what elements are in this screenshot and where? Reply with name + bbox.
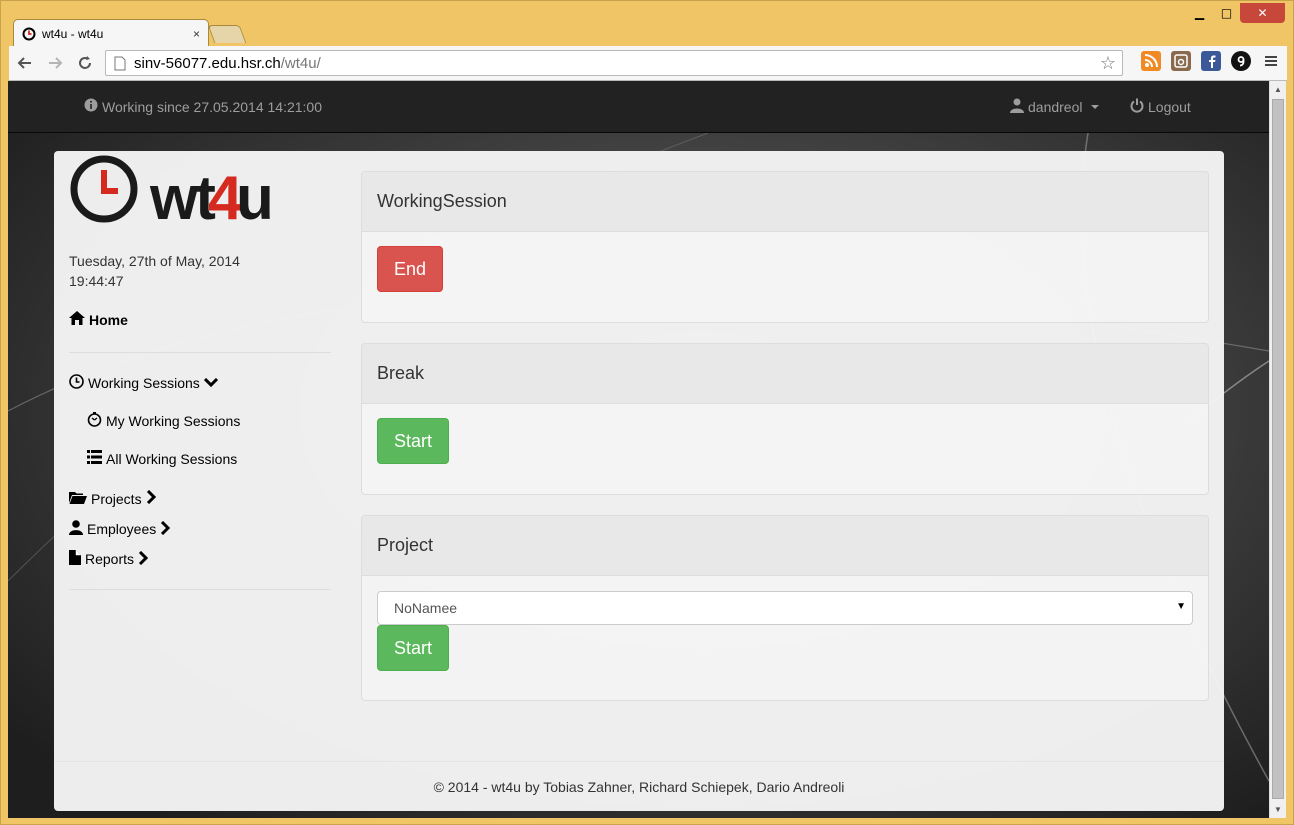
scroll-thumb[interactable] — [1272, 99, 1284, 799]
sidebar-item-label: Working Sessions — [88, 375, 200, 391]
page-icon — [114, 56, 126, 71]
start-project-button[interactable]: Start — [377, 625, 450, 671]
reload-icon[interactable] — [71, 49, 99, 77]
sidebar-item-reports[interactable]: Reports — [69, 550, 149, 568]
stopwatch-icon — [87, 412, 102, 430]
new-tab-button[interactable] — [207, 25, 247, 43]
tab-close-icon[interactable]: × — [193, 27, 200, 41]
sidebar-item-home[interactable]: Home — [69, 311, 128, 328]
chevron-right-icon — [146, 489, 156, 507]
vertical-scrollbar[interactable]: ▲ ▼ — [1269, 81, 1286, 818]
working-since-status: Working since 27.05.2014 14:21:00 — [84, 98, 322, 115]
user-icon — [1010, 98, 1024, 116]
footer-text: © 2014 - wt4u by Tobias Zahner, Richard … — [433, 778, 845, 795]
sidebar-item-working-sessions[interactable]: Working Sessions — [69, 374, 218, 392]
panel-body: Start — [362, 404, 1208, 478]
current-date: Tuesday, 27th of May, 2014 — [69, 253, 240, 269]
project-select-value: NoNamee — [394, 600, 458, 616]
scroll-up-icon[interactable]: ▲ — [1270, 81, 1286, 98]
sidebar-item-label: All Working Sessions — [106, 450, 238, 467]
bookmark-star-icon[interactable]: ☆ — [1100, 53, 1116, 74]
svg-text:wt: wt — [149, 164, 215, 224]
sidebar-item-label: Home — [89, 311, 128, 328]
back-icon[interactable] — [11, 49, 39, 77]
sidebar-item-label: Employees — [87, 521, 157, 537]
clock-favicon-icon — [22, 27, 36, 41]
clock-icon — [69, 374, 84, 392]
minimize-button[interactable]: ▁ — [1186, 3, 1213, 23]
close-window-button[interactable]: ✕ — [1240, 3, 1285, 23]
break-panel: Break Start — [361, 343, 1209, 495]
panel-title: Break — [362, 344, 1208, 404]
project-panel: Project NoNamee ▼ Start — [361, 515, 1209, 701]
window-controls: ▁ □ ✕ — [1186, 3, 1285, 23]
user-dropdown[interactable]: dandreol — [1010, 98, 1099, 116]
select-arrow-icon: ▼ — [1176, 601, 1186, 612]
info-icon — [84, 98, 98, 115]
footer: © 2014 - wt4u by Tobias Zahner, Richard … — [54, 761, 1224, 811]
facebook-icon[interactable] — [1201, 51, 1221, 71]
sidebar-item-label: Projects — [91, 490, 142, 507]
extension-icons — [1141, 51, 1281, 71]
home-icon — [69, 311, 85, 328]
power-icon — [1130, 98, 1144, 116]
panel-body: End — [362, 232, 1208, 306]
user-icon — [69, 520, 83, 538]
main-container: wt 4 u Tuesday, 27th of May, 2014 19:44:… — [54, 151, 1224, 811]
panel-title: Project — [362, 516, 1208, 576]
sidebar-divider — [69, 589, 331, 590]
rss-icon[interactable] — [1141, 51, 1161, 71]
project-select[interactable]: NoNamee ▼ — [377, 591, 1193, 625]
browser-toolbar: sinv-56077.edu.hsr.ch/wt4u/ ☆ — [9, 46, 1287, 81]
chevron-right-icon — [138, 550, 149, 568]
folder-open-icon — [69, 491, 87, 507]
address-bar[interactable]: sinv-56077.edu.hsr.ch/wt4u/ ☆ — [105, 50, 1123, 76]
sidebar-item-projects[interactable]: Projects — [69, 489, 156, 507]
list-icon — [87, 450, 102, 467]
top-navbar: Working since 27.05.2014 14:21:00 dandre… — [8, 81, 1269, 133]
scroll-down-icon[interactable]: ▼ — [1270, 801, 1286, 818]
sidebar-item-label: Reports — [85, 551, 135, 567]
panel-title: WorkingSession — [362, 172, 1208, 232]
end-session-button[interactable]: End — [377, 246, 444, 292]
nine-icon[interactable] — [1231, 51, 1251, 71]
tab-title: wt4u - wt4u — [42, 26, 104, 41]
chevron-down-icon — [203, 375, 218, 391]
file-icon — [69, 550, 81, 568]
svg-text:u: u — [236, 164, 270, 224]
sidebar-item-label: My Working Sessions — [106, 413, 241, 429]
current-datetime: Tuesday, 27th of May, 2014 19:44:47 — [69, 251, 240, 291]
current-time: 19:44:47 — [69, 273, 124, 289]
logout-label: Logout — [1148, 99, 1191, 115]
sidebar-divider — [69, 352, 331, 353]
url-path: /wt4u/ — [280, 54, 321, 72]
caret-down-icon — [1090, 105, 1099, 109]
panel-body: NoNamee ▼ Start — [362, 576, 1208, 685]
browser-menu-icon[interactable] — [1261, 51, 1281, 71]
maximize-button[interactable]: □ — [1213, 3, 1240, 23]
sidebar-item-all-working-sessions[interactable]: All Working Sessions — [87, 450, 237, 467]
wt4u-logo[interactable]: wt 4 u — [70, 154, 274, 233]
forward-icon[interactable] — [41, 49, 69, 77]
start-break-button[interactable]: Start — [377, 418, 450, 464]
instagram-icon[interactable] — [1171, 51, 1191, 71]
username: dandreol — [1028, 99, 1083, 115]
working-since-text: Working since 27.05.2014 14:21:00 — [102, 98, 323, 115]
working-session-panel: WorkingSession End — [361, 171, 1209, 323]
browser-tab[interactable]: wt4u - wt4u × — [13, 19, 209, 47]
url-host: sinv-56077.edu.hsr.ch — [134, 54, 281, 72]
chevron-right-icon — [160, 520, 171, 538]
sidebar-item-my-working-sessions[interactable]: My Working Sessions — [87, 412, 240, 430]
page-viewport: Working since 27.05.2014 14:21:00 dandre… — [8, 81, 1269, 818]
sidebar-item-employees[interactable]: Employees — [69, 520, 171, 538]
logout-link[interactable]: Logout — [1130, 98, 1191, 116]
